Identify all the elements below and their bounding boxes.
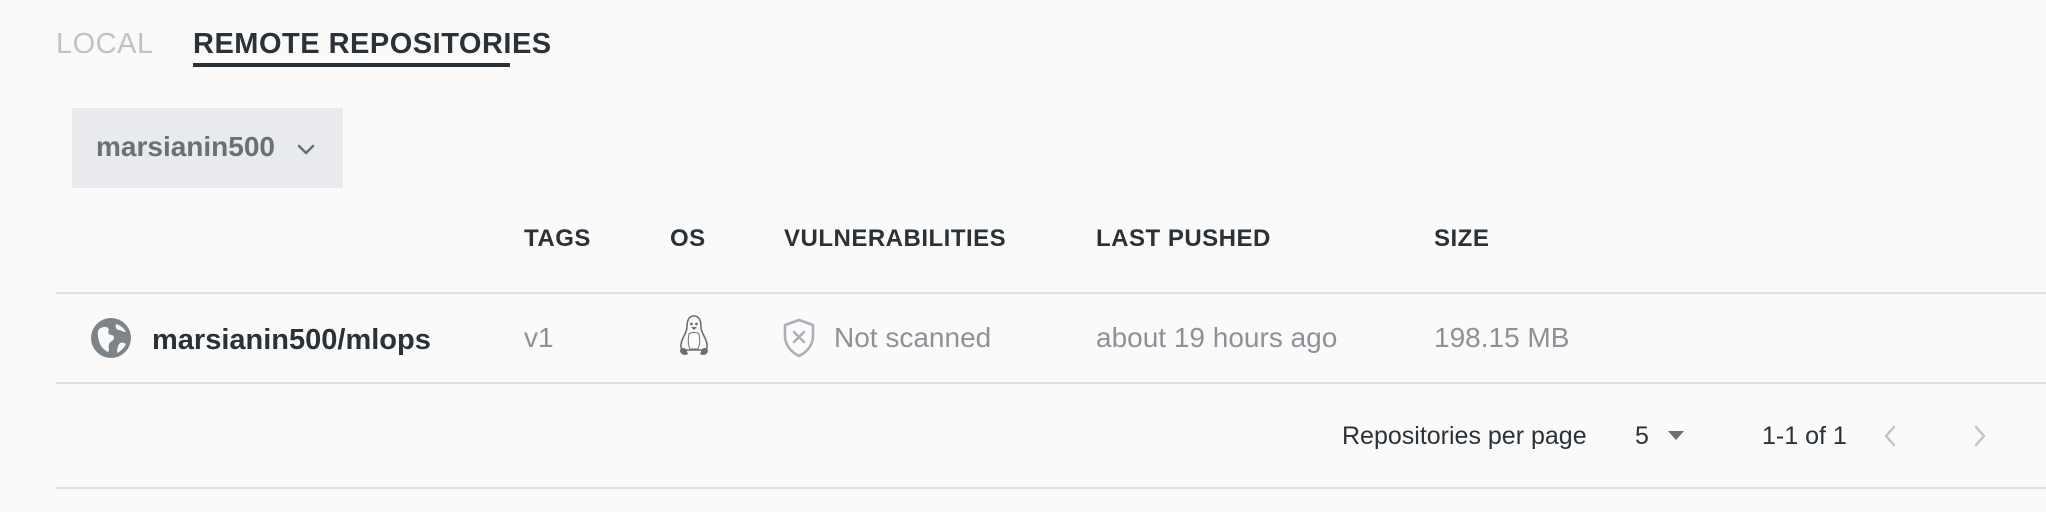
table-row-divider [56, 382, 2046, 384]
rows-per-page-value: 5 [1635, 422, 1649, 450]
dropdown-arrow-icon [1668, 431, 1684, 440]
globe-icon [91, 318, 131, 358]
column-header-tags: TAGS [524, 225, 591, 252]
rows-per-page-label: Repositories per page [1342, 422, 1587, 450]
repository-size: 198.15 MB [1434, 322, 1570, 353]
table-header-divider [56, 292, 2046, 294]
active-tab-indicator [193, 63, 510, 67]
tab-remote-repositories[interactable]: REMOTE REPOSITORIES [193, 26, 552, 62]
tab-local[interactable]: LOCAL [56, 26, 154, 62]
repository-name-link[interactable]: marsianin500/mlops [152, 322, 431, 358]
chevron-down-icon [297, 144, 315, 155]
shield-x-icon [783, 318, 815, 358]
previous-page-icon[interactable] [1878, 422, 1902, 450]
column-header-size: SIZE [1434, 225, 1490, 252]
linux-icon [680, 315, 708, 355]
organization-dropdown[interactable]: marsianin500 [72, 108, 343, 188]
column-header-os: OS [670, 225, 706, 252]
column-header-vulnerabilities: VULNERABILITIES [784, 225, 1007, 252]
pagination-range: 1-1 of 1 [1762, 422, 1847, 450]
pagination-bottom-divider [56, 487, 2046, 489]
column-header-last-pushed: LAST PUSHED [1096, 225, 1271, 252]
repository-tags: v1 [524, 322, 554, 353]
next-page-icon[interactable] [1968, 422, 1992, 450]
last-pushed-value: about 19 hours ago [1096, 322, 1338, 353]
organization-dropdown-value: marsianin500 [96, 131, 275, 162]
vulnerabilities-status: Not scanned [834, 322, 992, 353]
